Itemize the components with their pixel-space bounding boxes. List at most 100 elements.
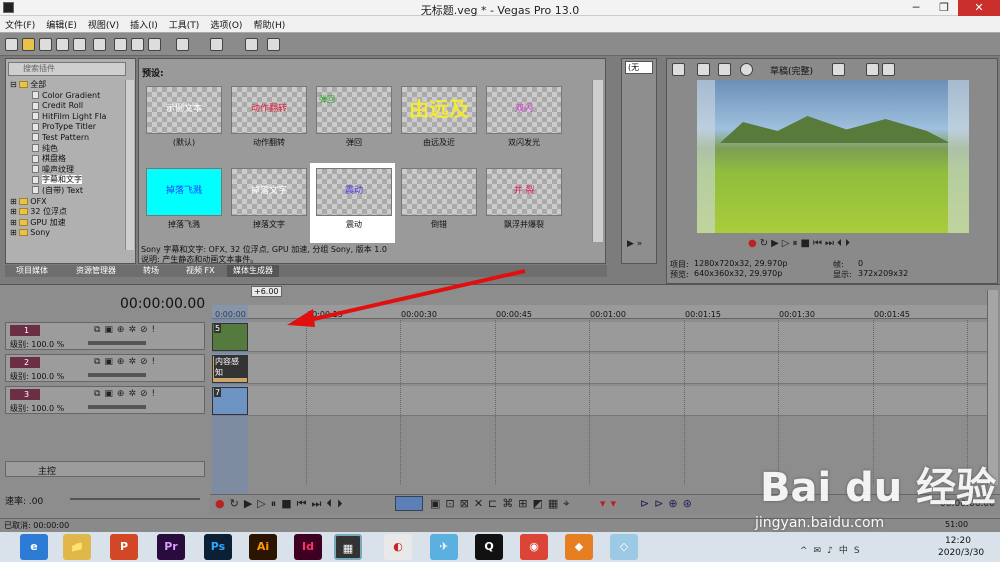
clock-date[interactable]: 2020/3/30 <box>938 548 984 558</box>
tree-item[interactable]: Test Pattern <box>10 133 128 144</box>
menu-tools[interactable]: 工具(T) <box>164 16 206 31</box>
maximize-button[interactable]: ❐ <box>930 0 958 16</box>
save-as-icon[interactable] <box>56 38 69 51</box>
tree-item[interactable]: Credit Roll <box>10 101 128 112</box>
save-snapshot-icon[interactable] <box>882 63 895 76</box>
taskbar-app-icon[interactable]: ◇ <box>610 534 638 560</box>
preset-thumb[interactable]: 掉落飞溅 <box>146 168 222 216</box>
render-icon[interactable] <box>73 38 86 51</box>
preset-thumb[interactable]: 掉落文字 <box>231 168 307 216</box>
preview-fx-icon[interactable] <box>718 63 731 76</box>
video-clip[interactable]: 7 <box>212 387 248 415</box>
tab-project-media[interactable]: 项目媒体 <box>10 265 54 277</box>
auto-ripple-icon[interactable] <box>267 38 280 51</box>
track-header[interactable]: 1 级别: 100.0 % ⧉▣⊕✲⊘! <box>5 322 205 350</box>
tree-item[interactable]: 棋盘格 <box>10 154 128 165</box>
tree-item-selected[interactable]: 字幕和文字 <box>10 175 128 186</box>
tree-item[interactable]: ⊟ 全部 <box>10 80 128 91</box>
redo-icon[interactable] <box>210 38 223 51</box>
tree-item[interactable]: 纯色 <box>10 144 128 155</box>
menu-options[interactable]: 选项(O) <box>205 16 248 31</box>
menu-view[interactable]: 视图(V) <box>83 16 125 31</box>
preview-properties-icon[interactable] <box>672 63 685 76</box>
system-tray[interactable]: ^✉♪中S <box>800 543 866 556</box>
close-button[interactable]: ✕ <box>958 0 1000 16</box>
tree-item[interactable]: ⊞ OFX <box>10 197 128 208</box>
cut-icon[interactable] <box>114 38 127 51</box>
track-controls[interactable]: ⧉▣⊕✲⊘! <box>94 389 159 399</box>
tree-item[interactable]: HitFilm Light Fla <box>10 112 128 123</box>
track-lane[interactable] <box>212 354 987 384</box>
preset-thumb[interactable]: 双闪 <box>486 86 562 134</box>
taskbar-vegas-icon[interactable]: ▦ <box>334 534 362 560</box>
copy-icon[interactable] <box>131 38 144 51</box>
menu-file[interactable]: 文件(F) <box>0 16 41 31</box>
taskbar-app-icon[interactable]: ✈ <box>430 534 458 560</box>
menu-insert[interactable]: 插入(I) <box>125 16 164 31</box>
preset-thumb[interactable]: 弹回 <box>316 86 392 134</box>
preset-thumb[interactable] <box>401 168 477 216</box>
tree-item[interactable]: Color Gradient <box>10 91 128 102</box>
taskbar-premiere-icon[interactable]: Pr <box>157 534 185 560</box>
save-icon[interactable] <box>39 38 52 51</box>
video-clip[interactable]: 内容感知 <box>212 355 248 383</box>
tab-video-fx[interactable]: 视频 FX <box>180 265 221 277</box>
tab-transitions[interactable]: 转场 <box>137 265 165 277</box>
external-monitor-icon[interactable] <box>697 63 710 76</box>
tab-explorer[interactable]: 资源管理器 <box>70 265 122 277</box>
taskbar-chrome-icon[interactable]: ◉ <box>520 534 548 560</box>
paste-icon[interactable] <box>148 38 161 51</box>
taskbar-indesign-icon[interactable]: Id <box>294 534 322 560</box>
preset-thumb[interactable]: 由远及近 <box>401 86 477 134</box>
tree-item[interactable]: ⊞ 32 位浮点 <box>10 207 128 218</box>
plugin-search-input[interactable]: 搜索插件 <box>8 62 126 76</box>
track-controls[interactable]: ⧉▣⊕✲⊘! <box>94 325 159 335</box>
rate-slider[interactable] <box>70 498 200 500</box>
transport-buttons[interactable]: ●↻▶▷⏸■⏮⏭⏴⏵ <box>215 497 347 511</box>
taskbar-illustrator-icon[interactable]: Ai <box>249 534 277 560</box>
trimmer-select[interactable]: (无 <box>625 61 653 74</box>
track-lane[interactable] <box>212 386 987 416</box>
preset-thumb[interactable]: 示例文本 <box>146 86 222 134</box>
edit-tools[interactable]: ▣⊡⊠✕⊏⌘⊞◩▦⌖ <box>430 497 574 511</box>
preset-thumb-selected[interactable]: 震动 <box>316 168 392 216</box>
preview-quality-select[interactable]: 草稿(完整) <box>770 64 813 77</box>
properties-icon[interactable] <box>93 38 106 51</box>
taskbar-app-icon[interactable]: ◆ <box>565 534 593 560</box>
taskbar-powerpoint-icon[interactable]: P <box>110 534 138 560</box>
minimize-button[interactable]: ─ <box>902 0 930 16</box>
taskbar-app-icon[interactable]: ◐ <box>384 534 412 560</box>
tree-item[interactable]: 噪声纹理 <box>10 165 128 176</box>
tree-item[interactable]: ProType Titler <box>10 122 128 133</box>
tab-media-generators[interactable]: 媒体生成器 <box>227 265 279 277</box>
trimmer-play-icon[interactable]: ▶ » <box>627 239 642 249</box>
tree-item[interactable]: ⊞ GPU 加速 <box>10 218 128 229</box>
track-controls[interactable]: ⧉▣⊕✲⊘! <box>94 357 159 367</box>
tree-item[interactable]: ⊞ Sony <box>10 228 128 239</box>
tree-item[interactable]: (自带) Text <box>10 186 128 197</box>
track-level-slider[interactable] <box>88 373 146 377</box>
preset-thumb[interactable]: 动作翻转 <box>231 86 307 134</box>
marker-tools[interactable]: ▾▾ <box>600 497 621 510</box>
taskbar-ie-icon[interactable]: e <box>20 534 48 560</box>
snap-tools[interactable]: ⊳⊳⊕⊛ <box>640 497 697 510</box>
copy-snapshot-icon[interactable] <box>866 63 879 76</box>
undo-icon[interactable] <box>176 38 189 51</box>
track-level-slider[interactable] <box>88 405 146 409</box>
track-level-slider[interactable] <box>88 341 146 345</box>
taskbar-explorer-icon[interactable]: 📁 <box>63 534 91 560</box>
split-screen-icon[interactable] <box>740 63 753 76</box>
master-bus[interactable]: 主控 <box>5 461 205 477</box>
menu-edit[interactable]: 编辑(E) <box>41 16 83 31</box>
tree-scrollbar[interactable] <box>125 80 134 250</box>
track-header[interactable]: 2 级别: 100.0 % ⧉▣⊕✲⊘! <box>5 354 205 382</box>
menu-help[interactable]: 帮助(H) <box>248 16 291 31</box>
normal-edit-tool[interactable] <box>395 496 423 511</box>
preset-thumb[interactable]: 并 裂 <box>486 168 562 216</box>
video-clip[interactable]: 5 <box>212 323 248 351</box>
preview-transport[interactable]: ●↻▶▷⏸■⏮⏭⏴⏵ <box>748 238 853 249</box>
enable-snapping-icon[interactable] <box>245 38 258 51</box>
overlays-icon[interactable] <box>832 63 845 76</box>
taskbar-qq-icon[interactable]: Q <box>475 534 503 560</box>
taskbar-photoshop-icon[interactable]: Ps <box>204 534 232 560</box>
